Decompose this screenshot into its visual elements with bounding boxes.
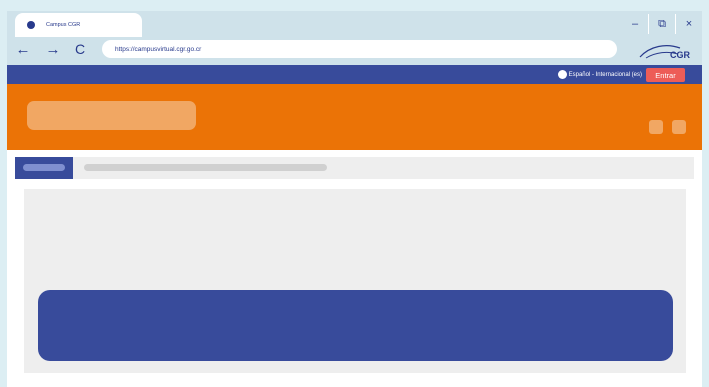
header-action-placeholder-2[interactable]: [672, 120, 686, 134]
logo-text: CGR: [670, 50, 690, 60]
forward-arrow-icon[interactable]: →: [44, 39, 62, 59]
cgr-logo: CGR: [638, 40, 690, 60]
content-banner-placeholder: [38, 290, 673, 361]
url-text: https://campusvirtual.cgr.go.cr: [115, 45, 202, 53]
tab-favicon-icon: [27, 21, 35, 29]
language-globe-icon: [557, 70, 567, 79]
reload-icon[interactable]: C: [71, 39, 89, 59]
language-selector[interactable]: Español - Internacional (es): [557, 65, 642, 84]
minimize-icon[interactable]: –: [622, 13, 648, 35]
window-controls: – ⧉ ×: [622, 11, 702, 37]
language-label: Español - Internacional (es): [568, 71, 642, 78]
browser-tab[interactable]: Campus CGR: [15, 13, 142, 37]
breadcrumb-path-placeholder: [84, 164, 327, 171]
close-icon[interactable]: ×: [676, 13, 702, 35]
breadcrumb-home-placeholder: [23, 164, 65, 171]
back-arrow-icon[interactable]: ←: [14, 39, 32, 59]
breadcrumb-home[interactable]: [15, 157, 73, 179]
browser-chrome: Campus CGR – ⧉ × ← → C https://campusvir…: [7, 11, 702, 65]
breadcrumb: [15, 157, 694, 179]
header-title-placeholder: [27, 101, 196, 130]
maximize-icon[interactable]: ⧉: [649, 13, 675, 35]
site-top-bar: Español - Internacional (es) Entrar: [7, 65, 702, 84]
header-action-placeholder-1[interactable]: [649, 120, 663, 134]
site-header: [7, 84, 702, 150]
tab-title: Campus CGR: [46, 22, 81, 28]
navigation-bar: ← → C https://campusvirtual.cgr.go.cr CG…: [7, 39, 702, 63]
main-content-panel: [24, 189, 686, 373]
browser-window: Campus CGR – ⧉ × ← → C https://campusvir…: [7, 11, 702, 387]
login-button[interactable]: Entrar: [646, 68, 685, 82]
address-bar[interactable]: https://campusvirtual.cgr.go.cr: [102, 40, 617, 58]
